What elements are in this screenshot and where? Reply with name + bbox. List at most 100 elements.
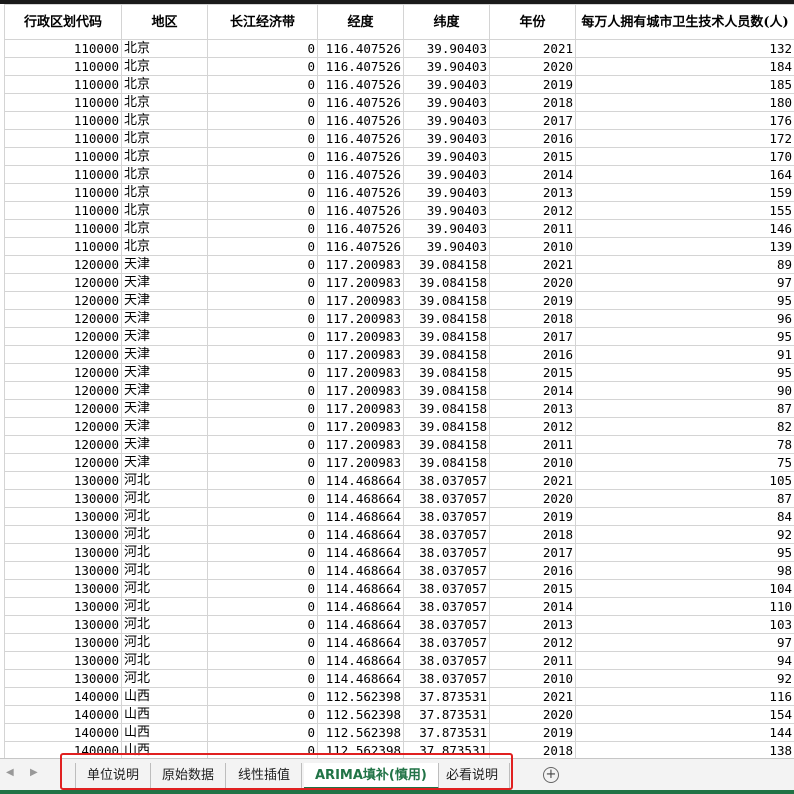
- table-cell[interactable]: 河北: [121, 651, 208, 670]
- table-cell[interactable]: 96: [575, 309, 794, 328]
- table-cell[interactable]: 38.037057: [403, 615, 490, 634]
- table-cell[interactable]: 山西: [121, 687, 208, 706]
- table-cell[interactable]: 0: [207, 39, 318, 58]
- table-cell[interactable]: 2021: [489, 255, 576, 274]
- table-cell[interactable]: 北京: [121, 111, 208, 130]
- table-cell[interactable]: 北京: [121, 93, 208, 112]
- table-cell[interactable]: 2012: [489, 633, 576, 652]
- table-cell[interactable]: 0: [207, 237, 318, 256]
- table-cell[interactable]: 117.200983: [317, 273, 404, 292]
- table-cell[interactable]: 92: [575, 669, 794, 688]
- table-cell[interactable]: 天津: [121, 309, 208, 328]
- table-cell[interactable]: 120000: [4, 291, 122, 310]
- table-cell[interactable]: 130000: [4, 489, 122, 508]
- table-cell[interactable]: 39.90403: [403, 57, 490, 76]
- table-cell[interactable]: 2020: [489, 273, 576, 292]
- tab-arima-fill[interactable]: ARIMA填补(慎用): [304, 763, 439, 789]
- table-cell[interactable]: 117.200983: [317, 435, 404, 454]
- table-cell[interactable]: 2013: [489, 615, 576, 634]
- table-cell[interactable]: 0: [207, 723, 318, 742]
- column-header[interactable]: 纬度: [403, 4, 490, 40]
- column-header[interactable]: 行政区划代码: [4, 4, 122, 40]
- table-cell[interactable]: 0: [207, 75, 318, 94]
- table-cell[interactable]: 114.468664: [317, 507, 404, 526]
- table-cell[interactable]: 117.200983: [317, 381, 404, 400]
- table-cell[interactable]: 39.084158: [403, 309, 490, 328]
- tab-unit-description[interactable]: 单位说明: [75, 763, 152, 789]
- table-cell[interactable]: 38.037057: [403, 525, 490, 544]
- table-cell[interactable]: 天津: [121, 453, 208, 472]
- table-cell[interactable]: 0: [207, 129, 318, 148]
- table-cell[interactable]: 116.407526: [317, 219, 404, 238]
- table-cell[interactable]: 2010: [489, 453, 576, 472]
- table-cell[interactable]: 39.90403: [403, 39, 490, 58]
- table-cell[interactable]: 117.200983: [317, 327, 404, 346]
- table-cell[interactable]: 山西: [121, 723, 208, 742]
- table-cell[interactable]: 154: [575, 705, 794, 724]
- table-cell[interactable]: 116.407526: [317, 93, 404, 112]
- table-cell[interactable]: 河北: [121, 489, 208, 508]
- table-cell[interactable]: 110000: [4, 57, 122, 76]
- table-cell[interactable]: 140000: [4, 741, 122, 758]
- table-cell[interactable]: 河北: [121, 507, 208, 526]
- table-cell[interactable]: 0: [207, 201, 318, 220]
- table-cell[interactable]: 2012: [489, 201, 576, 220]
- table-cell[interactable]: 130000: [4, 561, 122, 580]
- table-cell[interactable]: 38.037057: [403, 489, 490, 508]
- table-cell[interactable]: 144: [575, 723, 794, 742]
- table-cell[interactable]: 97: [575, 273, 794, 292]
- table-cell[interactable]: 2019: [489, 75, 576, 94]
- table-cell[interactable]: 2019: [489, 507, 576, 526]
- column-header[interactable]: 经度: [317, 4, 404, 40]
- table-cell[interactable]: 2013: [489, 399, 576, 418]
- table-cell[interactable]: 0: [207, 705, 318, 724]
- add-sheet-icon[interactable]: +: [543, 767, 559, 783]
- table-cell[interactable]: 114.468664: [317, 579, 404, 598]
- table-cell[interactable]: 110: [575, 597, 794, 616]
- table-cell[interactable]: 2017: [489, 111, 576, 130]
- table-cell[interactable]: 116.407526: [317, 147, 404, 166]
- table-cell[interactable]: 39.90403: [403, 93, 490, 112]
- table-cell[interactable]: 2017: [489, 543, 576, 562]
- table-cell[interactable]: 114.468664: [317, 471, 404, 490]
- table-cell[interactable]: 河北: [121, 597, 208, 616]
- table-cell[interactable]: 37.873531: [403, 741, 490, 758]
- table-cell[interactable]: 2011: [489, 219, 576, 238]
- table-cell[interactable]: 116.407526: [317, 129, 404, 148]
- table-cell[interactable]: 184: [575, 57, 794, 76]
- table-cell[interactable]: 北京: [121, 75, 208, 94]
- table-cell[interactable]: 130000: [4, 651, 122, 670]
- table-cell[interactable]: 2020: [489, 57, 576, 76]
- table-cell[interactable]: 0: [207, 219, 318, 238]
- table-cell[interactable]: 39.084158: [403, 399, 490, 418]
- table-cell[interactable]: 2011: [489, 651, 576, 670]
- table-cell[interactable]: 38.037057: [403, 651, 490, 670]
- table-cell[interactable]: 95: [575, 543, 794, 562]
- table-cell[interactable]: 2010: [489, 669, 576, 688]
- table-cell[interactable]: 39.084158: [403, 255, 490, 274]
- table-cell[interactable]: 116: [575, 687, 794, 706]
- table-cell[interactable]: 130000: [4, 597, 122, 616]
- table-cell[interactable]: 87: [575, 399, 794, 418]
- table-cell[interactable]: 95: [575, 363, 794, 382]
- table-cell[interactable]: 110000: [4, 111, 122, 130]
- table-cell[interactable]: 38.037057: [403, 507, 490, 526]
- table-cell[interactable]: 185: [575, 75, 794, 94]
- table-cell[interactable]: 92: [575, 525, 794, 544]
- table-cell[interactable]: 天津: [121, 363, 208, 382]
- table-cell[interactable]: 38.037057: [403, 471, 490, 490]
- table-cell[interactable]: 2016: [489, 129, 576, 148]
- table-cell[interactable]: 山西: [121, 705, 208, 724]
- table-cell[interactable]: 95: [575, 291, 794, 310]
- table-cell[interactable]: 139: [575, 237, 794, 256]
- table-cell[interactable]: 2016: [489, 561, 576, 580]
- table-cell[interactable]: 110000: [4, 129, 122, 148]
- table-cell[interactable]: 89: [575, 255, 794, 274]
- table-cell[interactable]: 130000: [4, 633, 122, 652]
- table-cell[interactable]: 38.037057: [403, 579, 490, 598]
- table-cell[interactable]: 39.90403: [403, 219, 490, 238]
- table-cell[interactable]: 2018: [489, 309, 576, 328]
- table-cell[interactable]: 116.407526: [317, 201, 404, 220]
- table-cell[interactable]: 82: [575, 417, 794, 436]
- table-cell[interactable]: 2020: [489, 705, 576, 724]
